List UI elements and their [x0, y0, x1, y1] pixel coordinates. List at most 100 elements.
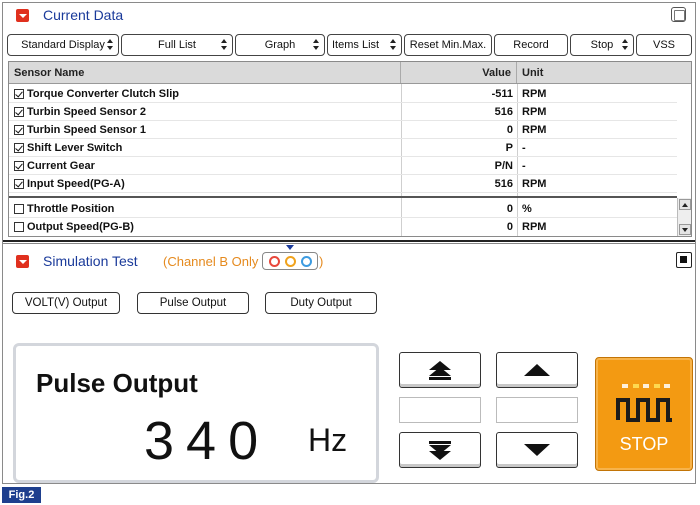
channel-selector[interactable]: [262, 252, 318, 270]
sensor-value: 0: [506, 124, 513, 136]
toolbar-label: Stop: [590, 39, 614, 51]
scrollbar[interactable]: [677, 198, 691, 236]
row-checkbox[interactable]: [14, 89, 24, 99]
reset-min-max-button[interactable]: Reset Min.Max.: [404, 34, 492, 56]
sensor-unit: -: [522, 142, 526, 154]
pulse-output-button[interactable]: Pulse Output: [137, 292, 249, 314]
screen: Current Data Standard Display Full List …: [0, 0, 700, 505]
graph-dropdown[interactable]: Graph: [235, 34, 325, 56]
sensor-name: Turbin Speed Sensor 2: [27, 106, 146, 118]
collapse-icon[interactable]: [16, 255, 29, 268]
panel-divider[interactable]: [3, 240, 695, 244]
updown-caret-icon: [313, 39, 320, 51]
simulation-header: Simulation Test (Channel B Only ): [3, 245, 695, 273]
scroll-up-icon[interactable]: [679, 199, 691, 210]
section-title: Simulation Test: [43, 253, 138, 269]
items-list-dropdown[interactable]: Items List: [327, 34, 402, 56]
row-checkbox[interactable]: [14, 161, 24, 171]
row-checkbox[interactable]: [14, 222, 24, 232]
display-value: 340: [144, 411, 271, 471]
column-header-unit[interactable]: Unit: [517, 62, 693, 83]
table-row[interactable]: Turbin Speed Sensor 1 0 RPM: [9, 121, 677, 139]
sensor-value: P: [505, 142, 513, 154]
channel-b-icon: [284, 255, 296, 267]
sensor-name: Turbin Speed Sensor 1: [27, 124, 146, 136]
increase-button[interactable]: [496, 352, 578, 388]
table-row[interactable]: Torque Converter Clutch Slip -511 RPM: [9, 85, 677, 103]
indicator-dots-icon: [622, 384, 670, 390]
row-checkbox[interactable]: [14, 179, 24, 189]
list-divider: [9, 196, 677, 198]
channel-c-icon: [300, 255, 312, 267]
duty-output-button[interactable]: Duty Output: [265, 292, 377, 314]
sensor-value: 516: [494, 178, 513, 190]
updown-caret-icon: [221, 39, 228, 51]
sensor-unit: RPM: [522, 178, 547, 190]
double-down-arrow-icon: [429, 440, 451, 460]
collapse-icon[interactable]: [16, 9, 29, 22]
channel-suffix: ): [319, 254, 324, 269]
channel-a-icon: [268, 255, 280, 267]
toolbar-label: Items List: [332, 39, 380, 51]
fast-increase-button[interactable]: [399, 352, 481, 388]
decrease-button[interactable]: [496, 432, 578, 468]
column-header-value[interactable]: Value: [401, 62, 517, 83]
display-unit: Hz: [308, 422, 348, 458]
scroll-down-icon[interactable]: [679, 224, 691, 235]
main-window: Current Data Standard Display Full List …: [2, 2, 696, 484]
sensor-name: Throttle Position: [27, 203, 115, 215]
volt-output-button[interactable]: VOLT(V) Output: [12, 292, 120, 314]
toolbar-label: Record: [513, 39, 549, 51]
sensor-name: Shift Lever Switch: [27, 142, 123, 154]
sensor-name: Output Speed(PG-B): [27, 221, 134, 233]
pulse-wave-icon: [616, 398, 672, 422]
row-checkbox[interactable]: [14, 125, 24, 135]
row-checkbox[interactable]: [14, 107, 24, 117]
sensor-unit: -: [522, 160, 526, 172]
table-row[interactable]: Output Speed(PG-B) 0 RPM: [9, 218, 677, 236]
stop-output-button[interactable]: STOP: [595, 357, 693, 471]
row-checkbox[interactable]: [14, 204, 24, 214]
channel-marker-icon: [286, 245, 294, 250]
sensor-value: P/N: [494, 160, 513, 172]
section-title: Current Data: [43, 7, 124, 23]
sensor-name: Input Speed(PG-A): [27, 178, 125, 190]
sensor-name: Torque Converter Clutch Slip: [27, 88, 179, 100]
down-arrow-icon: [524, 444, 550, 456]
table-row[interactable]: Throttle Position 0 %: [9, 200, 677, 218]
double-up-arrow-icon: [429, 360, 451, 380]
toolbar-label: Graph: [264, 39, 296, 51]
sensor-value: 0: [506, 203, 513, 215]
table-row[interactable]: Shift Lever Switch P -: [9, 139, 677, 157]
toolbar-label: VSS: [652, 39, 675, 51]
current-data-header: Current Data: [3, 3, 695, 27]
full-list-dropdown[interactable]: Full List: [121, 34, 233, 56]
display-title: Pulse Output: [36, 368, 198, 398]
sensor-table: Sensor Name Value Unit Torque Converter …: [8, 61, 692, 237]
maximize-icon[interactable]: [671, 7, 686, 22]
stop-square-icon[interactable]: [676, 252, 692, 268]
stop-label: STOP: [619, 434, 669, 454]
updown-caret-icon: [390, 39, 397, 51]
row-checkbox[interactable]: [14, 143, 24, 153]
standard-display-dropdown[interactable]: Standard Display: [7, 34, 119, 56]
column-header-name[interactable]: Sensor Name: [9, 62, 401, 83]
updown-caret-icon: [622, 39, 629, 51]
output-display: Pulse Output 340 Hz: [13, 343, 379, 483]
sensor-name: Current Gear: [27, 160, 95, 172]
table-row[interactable]: Current Gear P/N -: [9, 157, 677, 175]
record-button[interactable]: Record: [494, 34, 568, 56]
toolbar-label: Standard Display: [21, 39, 105, 51]
table-row[interactable]: Input Speed(PG-A) 516 RPM: [9, 175, 677, 193]
table-row[interactable]: Turbin Speed Sensor 2 516 RPM: [9, 103, 677, 121]
channel-prefix: (Channel B Only: [163, 254, 259, 269]
up-arrow-icon: [524, 364, 550, 376]
vss-button[interactable]: VSS: [636, 34, 692, 56]
sensor-unit: RPM: [522, 124, 547, 136]
stop-dropdown[interactable]: Stop: [570, 34, 634, 56]
sensor-unit: RPM: [522, 106, 547, 118]
figure-label: Fig.2: [2, 487, 41, 503]
fast-decrease-button[interactable]: [399, 432, 481, 468]
step-field: [496, 397, 578, 423]
toolbar-label: Full List: [158, 39, 196, 51]
